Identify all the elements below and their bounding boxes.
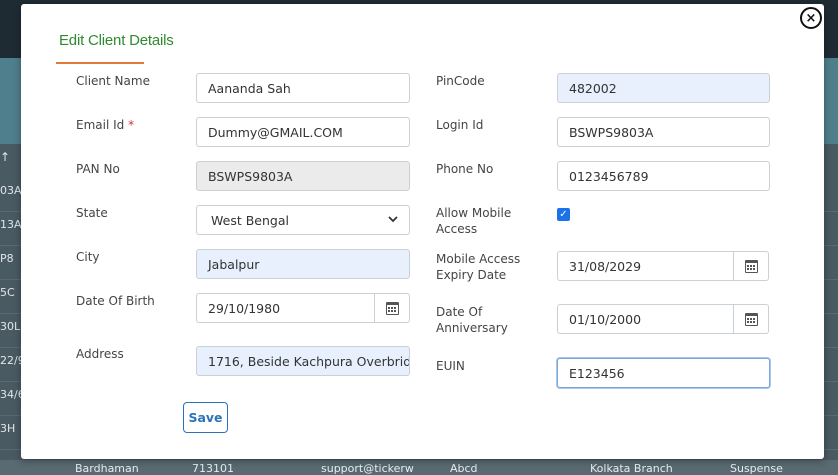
client-name-input[interactable]: Aananda Sah — [196, 73, 410, 103]
euin-label: EUIN — [436, 359, 465, 373]
close-icon[interactable]: × — [800, 7, 822, 29]
dob-input[interactable]: 29/10/1980 — [196, 293, 374, 323]
pan-label: PAN No — [76, 162, 120, 176]
footer-cell: Abcd — [450, 462, 478, 475]
pincode-label: PinCode — [436, 74, 485, 88]
state-label: State — [76, 206, 108, 220]
calendar-icon — [744, 259, 758, 273]
save-button[interactable]: Save — [183, 402, 228, 433]
footer-cell: 713101 — [192, 462, 234, 475]
title-underline — [56, 62, 144, 64]
mobile-expiry-input[interactable]: 31/08/2029 — [557, 251, 733, 281]
city-label: City — [76, 250, 100, 264]
footer-cell: support@tickerw — [321, 462, 414, 475]
dob-calendar-button[interactable] — [374, 293, 410, 323]
dob-label: Date Of Birth — [76, 294, 155, 308]
client-name-label: Client Name — [76, 74, 150, 88]
anniversary-date-group: 01/10/2000 — [557, 304, 769, 334]
chevron-down-icon — [388, 215, 398, 226]
anniversary-input[interactable]: 01/10/2000 — [557, 304, 733, 334]
email-label-text: Email Id — [76, 118, 125, 132]
address-input[interactable]: 1716, Beside Kachpura Overbridge — [196, 346, 410, 376]
phone-label: Phone No — [436, 162, 494, 176]
mobile-expiry-label: Mobile Access Expiry Date — [436, 251, 520, 283]
anniversary-calendar-button[interactable] — [733, 304, 769, 334]
pincode-input[interactable]: 482002 — [557, 73, 770, 103]
mobile-expiry-label-line2: Expiry Date — [436, 268, 507, 282]
mobile-expiry-label-line1: Mobile Access — [436, 252, 521, 266]
phone-input[interactable]: 0123456789 — [557, 161, 770, 191]
allow-mobile-label-line1: Allow Mobile — [436, 206, 512, 220]
modal-title: Edit Client Details — [59, 32, 174, 49]
email-label: Email Id * — [76, 117, 134, 133]
state-select[interactable]: West Bengal — [196, 205, 410, 235]
state-select-value: West Bengal — [211, 212, 289, 228]
address-label: Address — [76, 347, 124, 361]
city-input[interactable]: Jabalpur — [196, 249, 410, 279]
required-mark: * — [128, 118, 135, 132]
allow-mobile-label: Allow Mobile Access — [436, 205, 511, 237]
sort-icon: ↑ — [0, 150, 11, 164]
mobile-expiry-date-group: 31/08/2029 — [557, 251, 769, 281]
anniversary-label: Date Of Anniversary — [436, 304, 508, 336]
dob-date-group: 29/10/1980 — [196, 293, 410, 323]
footer-cell: Bardhaman — [75, 462, 139, 475]
login-id-input[interactable]: BSWPS9803A — [557, 117, 770, 147]
euin-input[interactable]: E123456 — [557, 358, 770, 388]
allow-mobile-label-line2: Access — [436, 222, 478, 236]
anniversary-label-line2: Anniversary — [436, 321, 508, 335]
login-id-label: Login Id — [436, 118, 484, 132]
pan-input: BSWPS9803A — [196, 161, 410, 191]
edit-client-modal: Edit Client Details Client Name Aananda … — [21, 4, 824, 459]
anniversary-label-line1: Date Of — [436, 305, 483, 319]
email-input[interactable]: Dummy@GMAIL.COM — [196, 117, 410, 147]
calendar-icon — [744, 312, 758, 326]
background-footer-row: Bardhaman 713101 support@tickerw Abcd Ko… — [0, 460, 838, 475]
footer-cell: Suspense — [730, 462, 783, 475]
mobile-expiry-calendar-button[interactable] — [733, 251, 769, 281]
calendar-icon — [385, 301, 399, 315]
allow-mobile-checkbox[interactable]: ✓ — [557, 208, 570, 221]
footer-cell: Kolkata Branch — [590, 462, 673, 475]
